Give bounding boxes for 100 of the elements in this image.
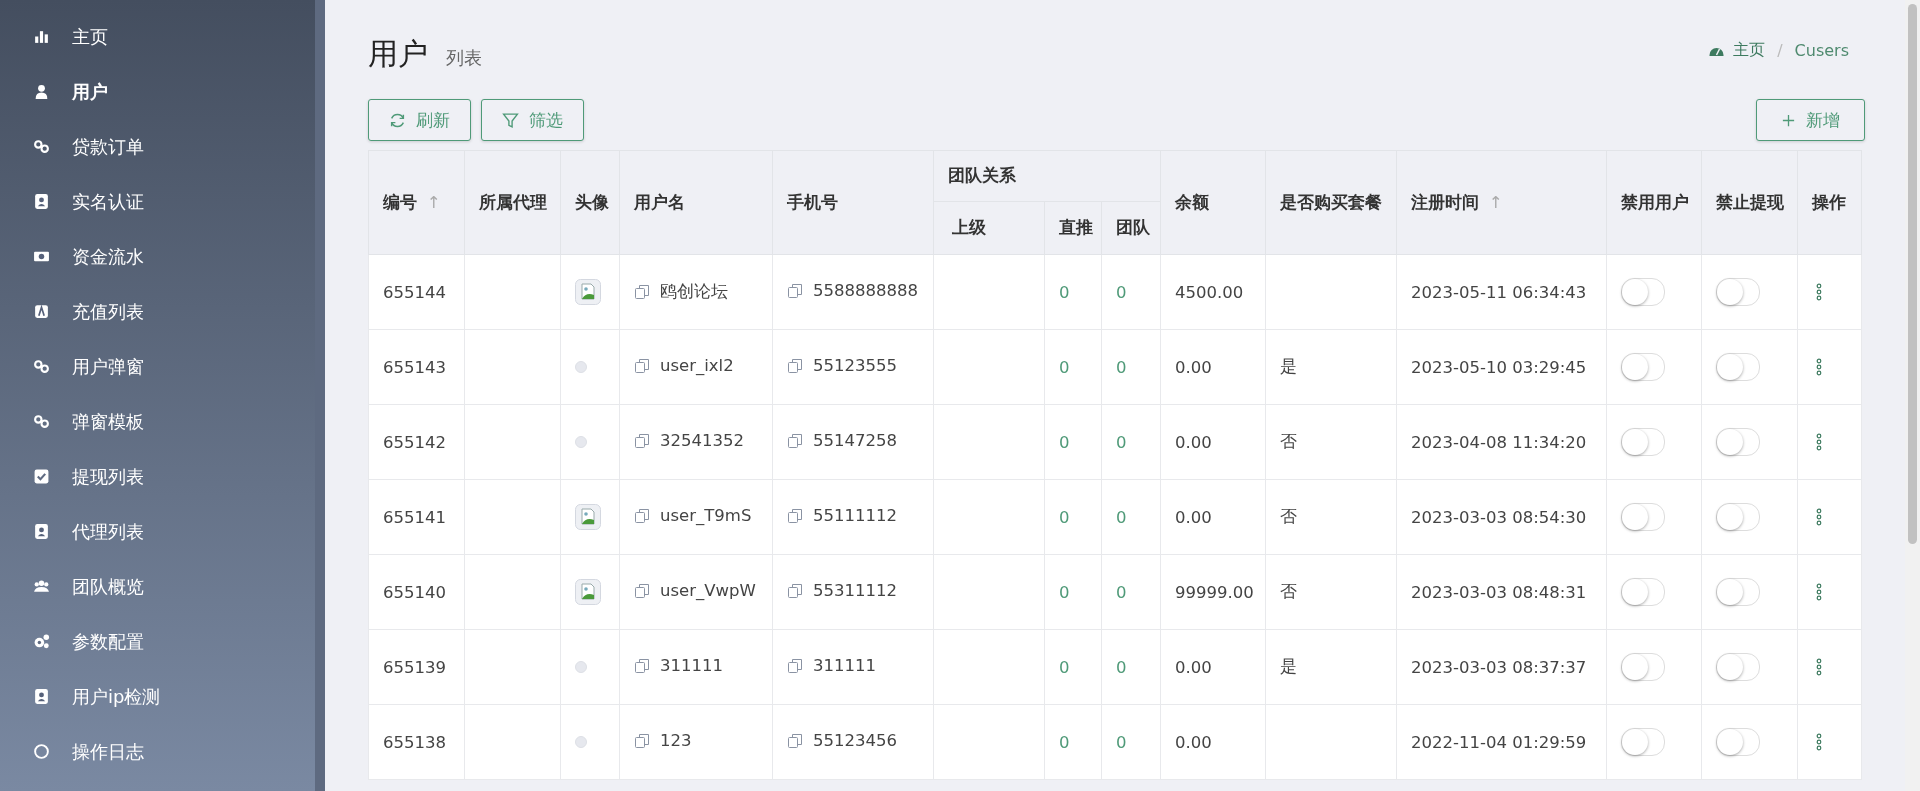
table-cell: user_T9mS	[660, 506, 752, 526]
table-cell: 0	[1101, 479, 1161, 555]
sidebar-item[interactable]: 用户	[0, 64, 315, 119]
table-cell: 2022-11-04 01:29:59	[1396, 704, 1607, 780]
more-icon[interactable]	[1816, 733, 1822, 751]
breadcrumb-link[interactable]: 主页	[1733, 40, 1766, 61]
table-cell: 2023-04-08 11:34:20	[1396, 404, 1607, 480]
table-cell: 2023-03-03 08:37:37	[1396, 629, 1607, 705]
table-cell: 0	[1044, 329, 1102, 405]
table-cell: 0	[1101, 554, 1161, 630]
refresh-button[interactable]: 刷新	[368, 99, 471, 141]
add-button[interactable]: 新增	[1756, 99, 1865, 141]
more-icon[interactable]	[1816, 508, 1822, 526]
sidebar-item[interactable]: 操作日志	[0, 724, 315, 779]
copy-icon[interactable]	[634, 732, 650, 749]
copy-icon[interactable]	[787, 582, 803, 599]
sidebar-item[interactable]: 参数配置	[0, 614, 315, 669]
table-cell: 655139	[368, 629, 465, 705]
sidebar-item[interactable]: 代理列表	[0, 504, 315, 559]
column-header: 团队	[1101, 201, 1161, 255]
table-cell: 0.00	[1160, 629, 1266, 705]
table-cell: 655140	[368, 554, 465, 630]
table-cell: 0	[1101, 329, 1161, 405]
toggle-switch[interactable]	[1716, 278, 1760, 306]
page-subtitle: 列表	[446, 46, 482, 70]
sidebar-item[interactable]: 充值列表	[0, 284, 315, 339]
table-cell: 0.00	[1160, 704, 1266, 780]
table-cell: 0	[1044, 404, 1102, 480]
column-header[interactable]: 注册时间 ↑	[1396, 150, 1607, 255]
sidebar-item[interactable]: 用户ip检测	[0, 669, 315, 724]
copy-icon[interactable]	[787, 357, 803, 374]
table-cell: 311111	[813, 656, 876, 676]
more-icon[interactable]	[1816, 433, 1822, 451]
toggle-switch[interactable]	[1621, 653, 1665, 681]
toggle-switch[interactable]	[1716, 728, 1760, 756]
breadcrumb-link[interactable]: Cusers	[1794, 41, 1849, 60]
scrollbar[interactable]	[1905, 0, 1920, 791]
table-cell: 655141	[368, 479, 465, 555]
table-cell: 0	[1044, 629, 1102, 705]
copy-icon[interactable]	[634, 283, 650, 300]
sidebar-item[interactable]: 提现列表	[0, 449, 315, 504]
sidebar-item[interactable]: 主页	[0, 9, 315, 64]
table-cell: 32541352	[660, 431, 744, 451]
sidebar-item[interactable]: 团队概览	[0, 559, 315, 614]
copy-icon[interactable]	[787, 432, 803, 449]
toggle-switch[interactable]	[1621, 503, 1665, 531]
toggle-switch[interactable]	[1716, 653, 1760, 681]
toggle-switch[interactable]	[1621, 353, 1665, 381]
toggle-switch[interactable]	[1621, 578, 1665, 606]
column-header: 头像	[560, 150, 620, 255]
sidebar-item[interactable]: 弹窗模板	[0, 394, 315, 449]
page-title: 用户	[368, 35, 428, 73]
table-cell: 2023-05-11 06:34:43	[1396, 254, 1607, 330]
more-icon[interactable]	[1816, 283, 1822, 301]
sidebar-item[interactable]: 贷款订单	[0, 119, 315, 174]
sidebar-item[interactable]: 资金流水	[0, 229, 315, 284]
copy-icon[interactable]	[634, 507, 650, 524]
toggle-switch[interactable]	[1621, 728, 1665, 756]
sidebar-item[interactable]: 实名认证	[0, 174, 315, 229]
toggle-switch[interactable]	[1716, 353, 1760, 381]
table-cell: 55311112	[813, 581, 897, 601]
more-icon[interactable]	[1816, 583, 1822, 601]
copy-icon[interactable]	[787, 507, 803, 524]
sidebar-item[interactable]: 用户弹窗	[0, 339, 315, 394]
table-cell: user_VwpW	[660, 581, 756, 601]
copy-icon[interactable]	[787, 282, 803, 299]
table-cell: user_ixl2	[660, 356, 734, 376]
column-header: 是否购买套餐	[1265, 150, 1397, 255]
table-cell: 是	[1280, 357, 1297, 376]
copy-icon[interactable]	[634, 357, 650, 374]
copy-icon[interactable]	[787, 657, 803, 674]
more-icon[interactable]	[1816, 658, 1822, 676]
table-cell: 是	[1280, 657, 1297, 676]
table-cell: 311111	[660, 656, 723, 676]
copy-icon[interactable]	[787, 732, 803, 749]
toggle-switch[interactable]	[1621, 278, 1665, 306]
filter-icon	[502, 111, 519, 129]
table-cell: 4500.00	[1160, 254, 1266, 330]
copy-icon[interactable]	[634, 657, 650, 674]
table-cell: 0.00	[1160, 404, 1266, 480]
column-header: 操作	[1797, 150, 1862, 255]
copy-icon[interactable]	[634, 432, 650, 449]
circle-icon	[33, 743, 50, 760]
table-cell: 否	[1280, 582, 1297, 601]
toggle-switch[interactable]	[1716, 503, 1760, 531]
table-cell: 0	[1044, 254, 1102, 330]
column-header[interactable]: 编号 ↑	[368, 150, 465, 255]
column-header: 手机号	[772, 150, 934, 255]
toggle-switch[interactable]	[1621, 428, 1665, 456]
toggle-switch[interactable]	[1716, 578, 1760, 606]
table-cell: 0	[1101, 254, 1161, 330]
column-header: 所属代理	[464, 150, 561, 255]
table-cell: 0.00	[1160, 479, 1266, 555]
table-cell: 0.00	[1160, 329, 1266, 405]
toggle-switch[interactable]	[1716, 428, 1760, 456]
table-cell: 0	[1101, 404, 1161, 480]
copy-icon[interactable]	[634, 582, 650, 599]
filter-button[interactable]: 筛选	[481, 99, 584, 141]
more-icon[interactable]	[1816, 358, 1822, 376]
column-group-header: 团队关系	[933, 150, 1161, 202]
